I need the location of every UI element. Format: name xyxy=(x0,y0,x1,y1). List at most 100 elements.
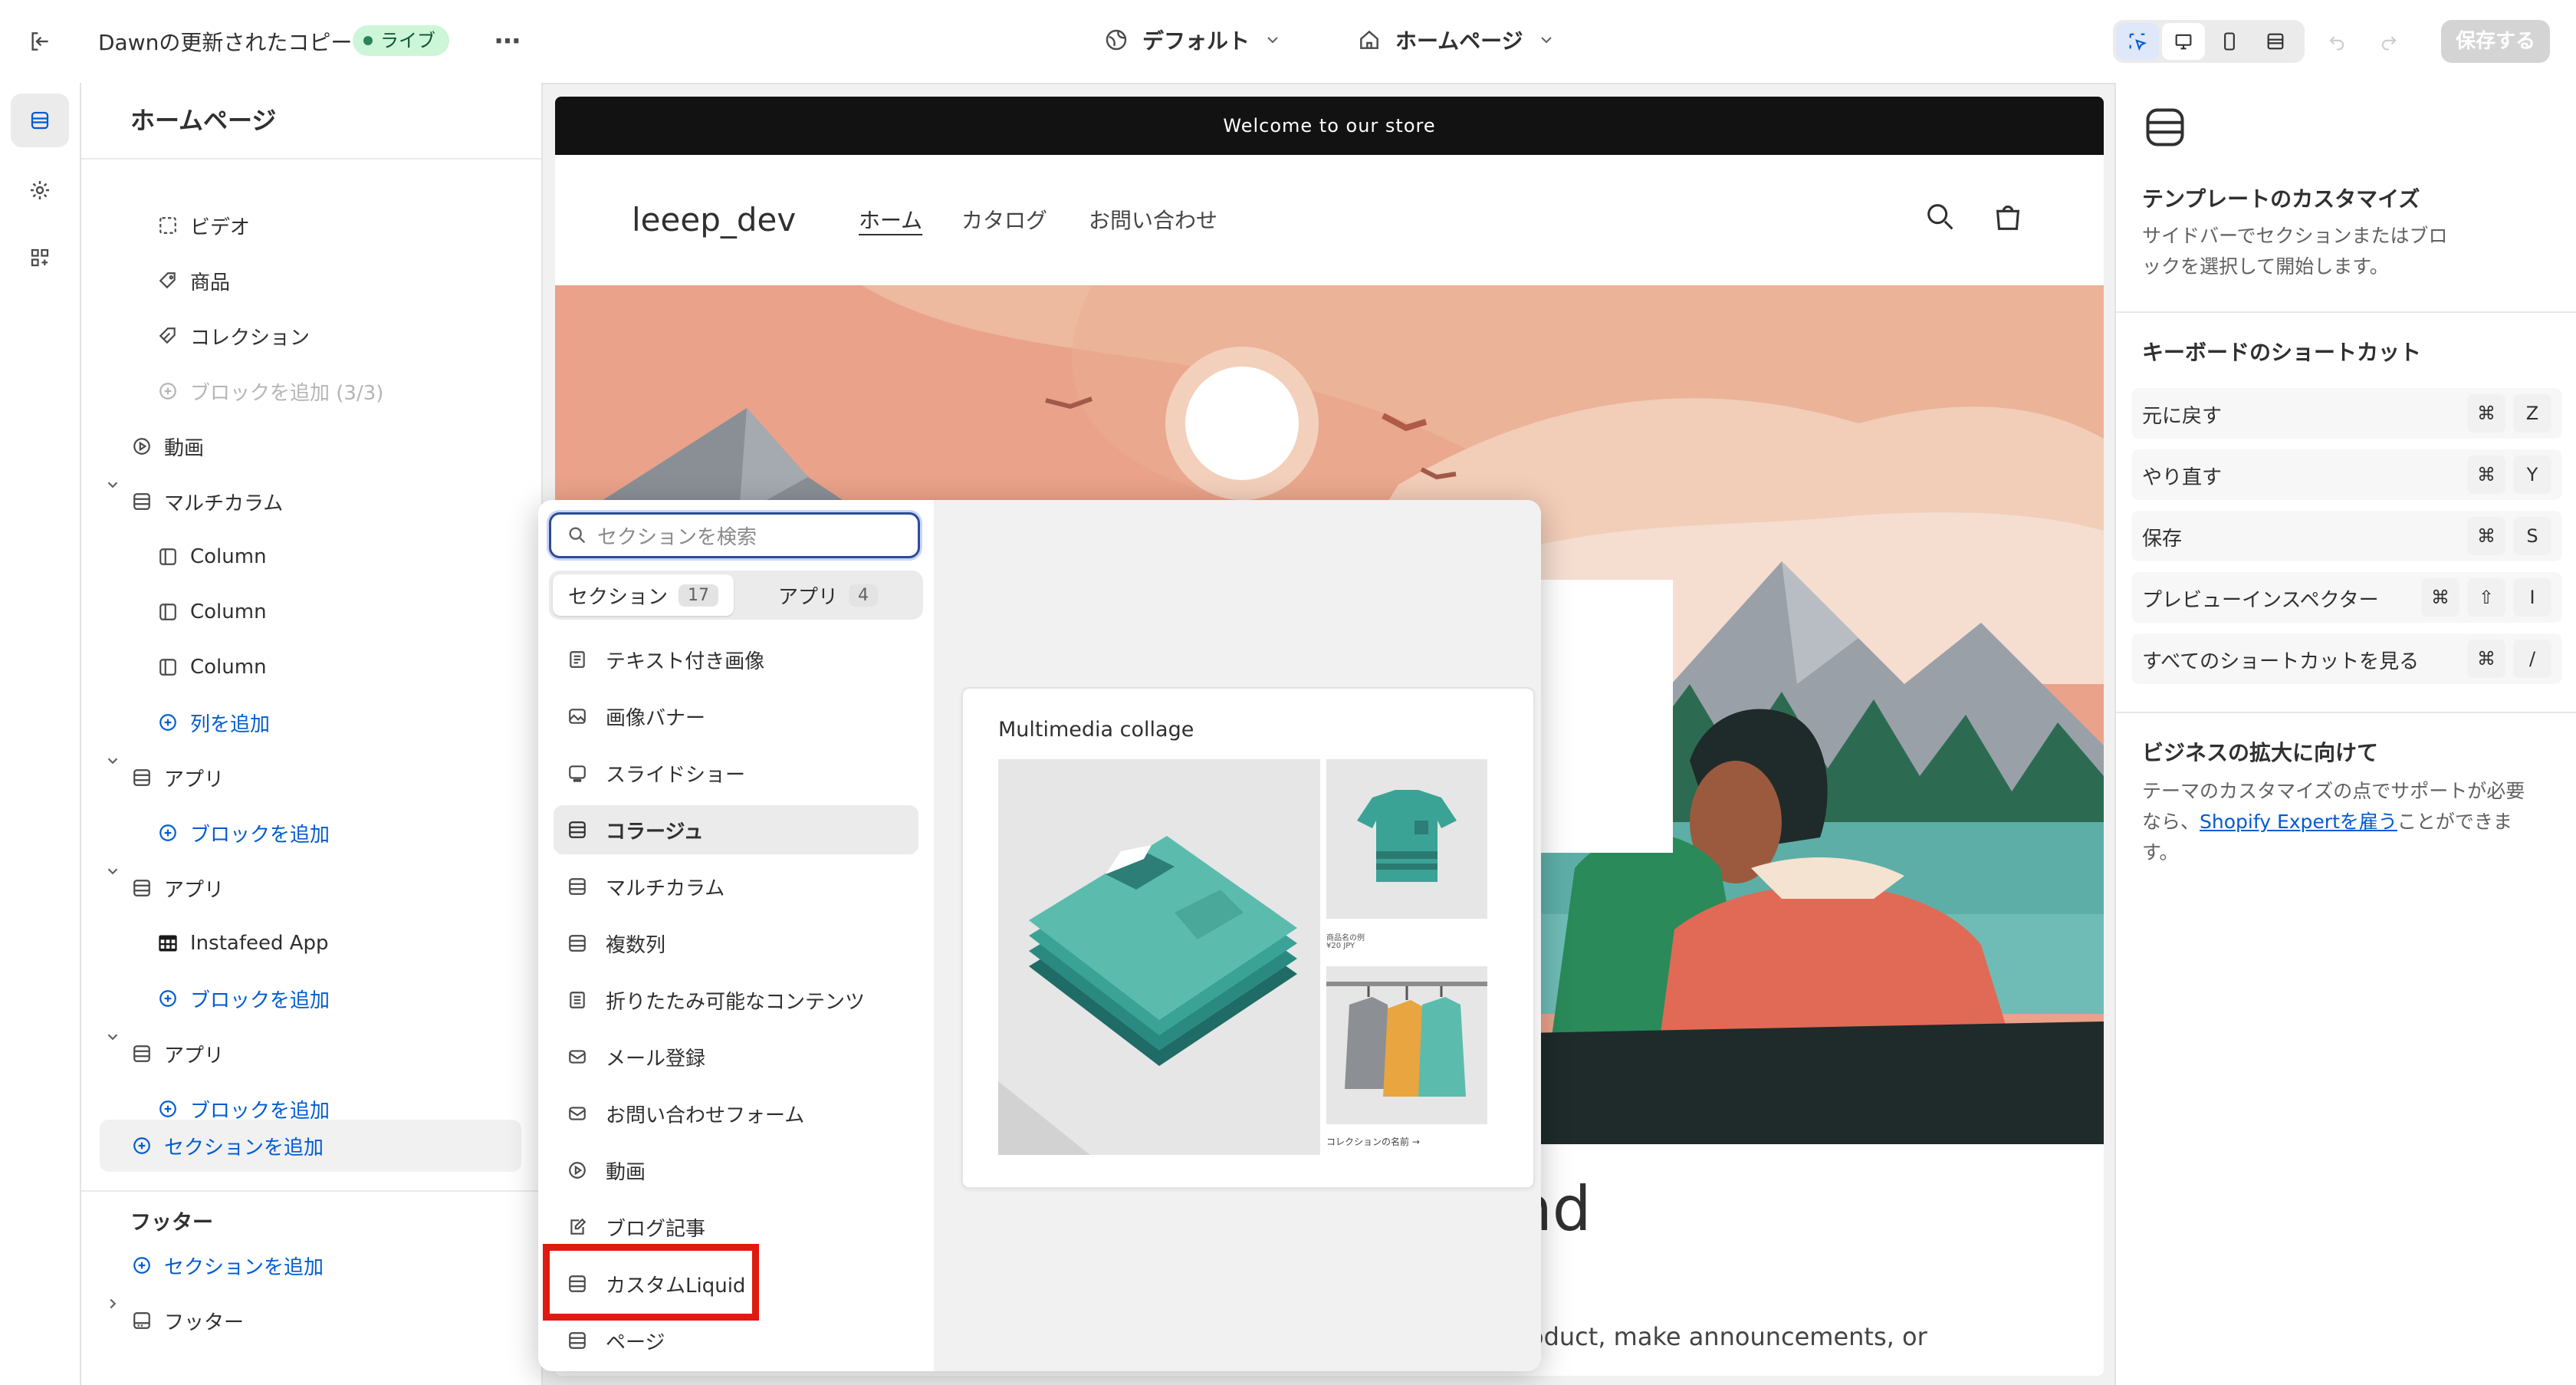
sidebar-divider xyxy=(81,158,541,160)
collection-link-label[interactable]: コレクションの名前 → xyxy=(1326,1135,1420,1148)
sidebar-item-label: ブロックを追加 (3/3) xyxy=(190,381,384,405)
sections-rail-icon[interactable] xyxy=(11,94,69,147)
section-option[interactable]: お問い合わせフォーム xyxy=(554,1089,918,1138)
rich-text-body: oduct, make announcements, or xyxy=(1529,1322,1927,1351)
tab-sections[interactable]: セクション 17 xyxy=(553,574,734,616)
chevron-down-icon[interactable] xyxy=(104,752,121,769)
sidebar-item-label: 動画 xyxy=(164,436,205,460)
exit-icon[interactable] xyxy=(25,26,55,57)
section-option-label: 動画 xyxy=(606,1160,646,1184)
highlight-annotation-box xyxy=(543,1244,759,1321)
live-dot-icon xyxy=(363,36,373,45)
section-option[interactable]: 画像バナー xyxy=(554,692,918,741)
section-option[interactable]: テキスト付き画像 xyxy=(554,635,918,684)
section-option[interactable]: 折りたたみ可能なコンテンツ xyxy=(554,975,918,1025)
sidebar-item-label: アプリ xyxy=(164,768,225,791)
sidebar-item-column[interactable]: Column xyxy=(156,538,267,575)
fullscreen-view-icon[interactable] xyxy=(2254,23,2297,60)
chevron-down-icon[interactable] xyxy=(104,476,121,493)
chevron-down-icon[interactable] xyxy=(104,863,121,880)
product-name-label: 商品名の例 xyxy=(1326,934,1365,943)
cart-icon[interactable] xyxy=(1990,199,2026,235)
mobile-view-icon[interactable] xyxy=(2208,23,2251,60)
section-option[interactable]: マルチカラム xyxy=(554,862,918,911)
footer-add-section[interactable]: セクションを追加 xyxy=(130,1247,324,1284)
sidebar-item-footer[interactable]: フッター xyxy=(130,1302,244,1339)
theme-selector-label: デフォルト xyxy=(1142,28,1250,54)
sidebar-item-app[interactable]: アプリ xyxy=(130,1035,224,1072)
section-option[interactable]: メール登録 xyxy=(554,1032,918,1081)
chevron-down-icon[interactable] xyxy=(104,1028,121,1045)
sidebar-item-movie[interactable]: 動画 xyxy=(130,428,204,465)
sidebar-item-app[interactable]: アプリ xyxy=(130,759,224,796)
section-picker-popup: セクションを検索 セクション 17 アプリ 4 テキスト付き画像 画像バナー ス… xyxy=(538,500,1541,1371)
blog-edit-icon xyxy=(566,1216,589,1239)
section-icon xyxy=(566,875,589,898)
section-search-input[interactable]: セクションを検索 xyxy=(549,512,920,558)
nav-home[interactable]: ホーム xyxy=(859,204,922,235)
chevron-right-icon[interactable] xyxy=(104,1295,121,1312)
settings-gear-icon[interactable] xyxy=(11,166,69,215)
theme-title: Dawnの更新されたコピー xyxy=(98,30,353,55)
sidebar-item-column[interactable]: Column xyxy=(156,649,267,686)
section-option-label: ページ xyxy=(606,1331,665,1354)
apps-grid-icon[interactable] xyxy=(11,233,69,282)
section-option[interactable]: スライドショー xyxy=(554,748,918,798)
shortcut-label: すべてのショートカットを見る xyxy=(2142,650,2420,673)
sidebar-item-add-block[interactable]: ブロックを追加 xyxy=(156,980,330,1017)
sidebar-item-add-section[interactable]: セクションを追加 xyxy=(130,1127,324,1164)
sidebar-item-add-block[interactable]: ブロックを追加 xyxy=(156,814,330,851)
sidebar-item-product[interactable]: 商品 xyxy=(156,262,230,299)
panel-divider xyxy=(2116,712,2576,713)
section-picker-tabs: セクション 17 アプリ 4 xyxy=(549,571,923,620)
theme-selector[interactable]: デフォルト xyxy=(1104,25,1282,55)
sidebar-item-column[interactable]: Column xyxy=(156,594,267,630)
section-option[interactable]: ページ xyxy=(554,1316,918,1365)
search-icon[interactable] xyxy=(1923,199,1958,235)
sidebar-item-multicolumn[interactable]: マルチカラム xyxy=(130,483,283,520)
undo-icon[interactable] xyxy=(2321,26,2352,57)
sidebar-item-label: アプリ xyxy=(164,878,225,902)
shortcut-key: Z xyxy=(2513,394,2551,433)
sidebar-item-app[interactable]: アプリ xyxy=(130,870,224,906)
template-section-icon xyxy=(2146,108,2184,146)
folded-shirts-image xyxy=(998,759,1320,1155)
sidebar-item-instafeed[interactable]: Instafeed App xyxy=(156,925,329,962)
shortcut-row-all[interactable]: すべてのショートカットを見る ⌘ / xyxy=(2131,633,2562,684)
section-preview-card: Multimedia collage 商品名の例 ¥20 JPY コレクションの… xyxy=(961,687,1535,1189)
inspector-cursor-icon[interactable] xyxy=(2116,23,2159,60)
tshirt-image xyxy=(1326,759,1487,919)
section-option[interactable]: 動画 xyxy=(554,1146,918,1195)
sidebar-item-add-column[interactable]: 列を追加 xyxy=(156,704,270,741)
redo-icon[interactable] xyxy=(2374,26,2404,57)
section-icon xyxy=(130,490,153,513)
video-frame-icon xyxy=(156,214,179,237)
shortcut-label: 元に戻す xyxy=(2142,405,2223,428)
section-option[interactable]: 複数列 xyxy=(554,919,918,968)
save-button[interactable]: 保存する xyxy=(2441,20,2550,63)
sidebar-item-video[interactable]: ビデオ xyxy=(156,207,250,244)
desktop-view-icon[interactable] xyxy=(2162,23,2205,60)
sidebar-item-label: Instafeed App xyxy=(190,932,329,955)
customize-title: テンプレートのカスタマイズ xyxy=(2142,186,2420,212)
more-actions-icon[interactable]: ⋯ xyxy=(491,26,524,57)
sidebar-item-label: ブロックを追加 xyxy=(190,1099,330,1123)
globe-icon xyxy=(1106,29,1127,51)
nav-contact[interactable]: お問い合わせ xyxy=(1089,204,1217,235)
app-grid-icon xyxy=(156,932,179,955)
sidebar-item-label: ブロックを追加 xyxy=(190,823,330,847)
store-header: leeep_dev ホーム カタログ お問い合わせ xyxy=(555,155,2104,285)
nav-catalog[interactable]: カタログ xyxy=(961,204,1047,235)
section-option-label: マルチカラム xyxy=(606,877,725,900)
collection-tag-icon xyxy=(156,324,179,347)
tab-apps[interactable]: アプリ 4 xyxy=(738,574,918,616)
store-logo[interactable]: leeep_dev xyxy=(632,201,796,239)
hire-expert-link[interactable]: Shopify Expertを雇う xyxy=(2200,811,2397,833)
shortcut-row-undo: 元に戻す ⌘ Z xyxy=(2131,388,2562,439)
page-selector[interactable]: ホームページ xyxy=(1357,25,1556,55)
slideshow-icon xyxy=(566,762,589,785)
live-badge-label: ライブ xyxy=(380,30,435,51)
section-option-label: 画像バナー xyxy=(606,706,706,730)
section-option-selected[interactable]: コラージュ xyxy=(554,805,918,854)
sidebar-item-collection[interactable]: コレクション xyxy=(156,317,310,354)
